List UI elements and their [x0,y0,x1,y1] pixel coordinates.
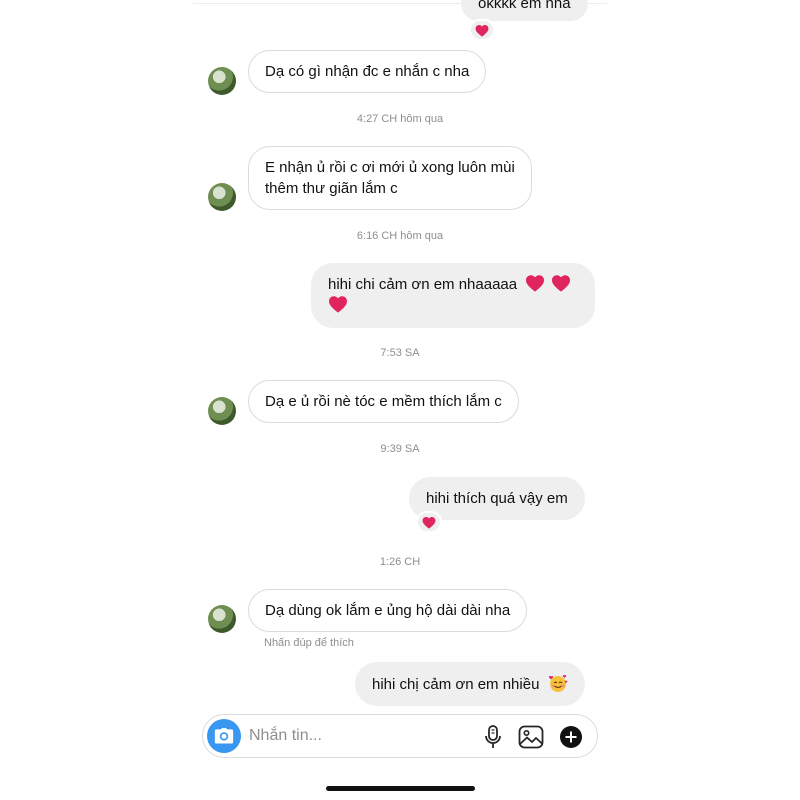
camera-button[interactable] [207,719,241,753]
avatar[interactable] [208,67,236,95]
message-bubble-incoming[interactable]: Dạ dùng ok lắm e ủng hộ dài dài nha [248,589,528,632]
message-bubble-outgoing[interactable]: hihi chị cảm ơn em nhiều [355,662,585,706]
message-text: hihi thích quá vậy em [426,490,568,507]
timestamp: 4:27 CH hôm qua [356,113,444,125]
microphone-icon [485,725,501,748]
plus-icon [560,726,582,748]
message-bubble-incoming[interactable]: Dạ có gì nhận đc e nhắn c nha [248,50,487,93]
message-bubble-outgoing[interactable]: hihi chi cảm ơn em nhaaaaa [311,263,595,328]
message-text: Dạ e ủ rồi nè tóc e mềm thích lắm c [265,393,502,410]
message-text: Dạ có gì nhận đc e nhắn c nha [265,63,470,80]
chat-thread: okkkk em nha Dạ có gì nhận đc e nhắn c n… [0,0,800,800]
heart-icon [475,24,489,37]
heart-icon [526,275,545,292]
heart-icon [552,275,571,292]
heart-icon [422,516,436,529]
double-tap-hint: Nhấn đúp để thích [264,637,354,649]
message-composer: Nhắn tin... [202,714,598,758]
message-input[interactable]: Nhắn tin... [249,727,322,745]
message-text-line: E nhận ủ rồi c ơi mới ủ xong luôn mùi [265,159,515,176]
timestamp: 1:26 CH [379,556,421,568]
message-bubble-outgoing[interactable]: okkkk em nha [461,0,588,21]
microphone-button[interactable] [479,723,507,751]
more-button[interactable] [557,723,585,751]
message-text: Dạ dùng ok lắm e ủng hộ dài dài nha [265,602,511,619]
home-indicator[interactable] [326,786,475,791]
image-icon [518,725,544,749]
reaction-badge[interactable] [416,511,442,533]
smiling-face-with-hearts-icon [548,675,567,692]
avatar[interactable] [208,183,236,211]
timestamp: 9:39 SA [380,443,420,455]
camera-icon [214,728,234,744]
message-text: hihi chi cảm ơn em nhaaaaa [328,276,518,293]
heart-icon [329,296,347,313]
timestamp: 6:16 CH hôm qua [356,230,444,242]
avatar[interactable] [208,397,236,425]
message-bubble-incoming[interactable]: Dạ e ủ rồi nè tóc e mềm thích lắm c [248,380,519,423]
message-bubble-incoming[interactable]: E nhận ủ rồi c ơi mới ủ xong luôn mùi th… [248,146,532,210]
message-text: hihi chị cảm ơn em nhiều [372,676,540,693]
message-text: okkkk em nha [478,0,571,12]
timestamp: 7:53 SA [380,347,420,359]
gallery-button[interactable] [517,723,545,751]
message-text-line: thêm thư giãn lắm c [265,180,398,197]
avatar[interactable] [208,605,236,633]
reaction-badge[interactable] [469,19,495,41]
